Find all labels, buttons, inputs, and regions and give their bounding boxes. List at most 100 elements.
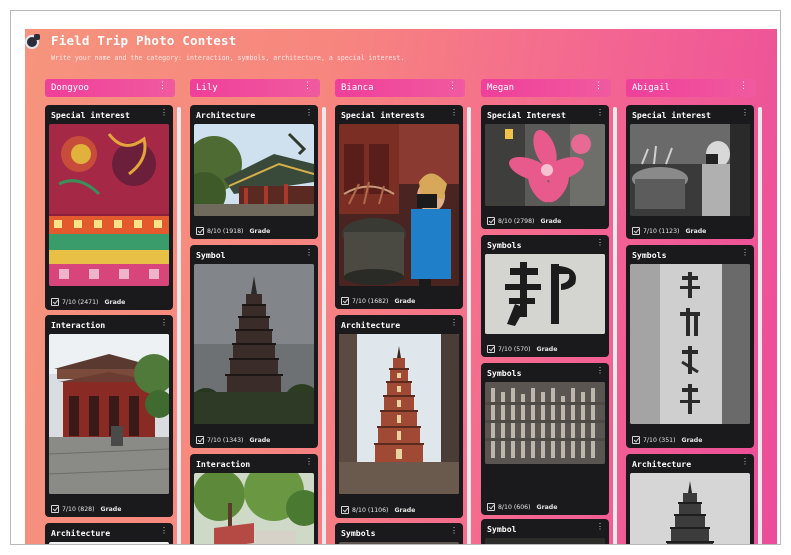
post-category: Special interest bbox=[632, 110, 711, 120]
more-vertical-icon[interactable]: ⋮ bbox=[303, 81, 312, 91]
post-category: Symbols bbox=[487, 240, 522, 250]
post-card[interactable]: Symbols ⋮ bbox=[481, 235, 609, 357]
more-vertical-icon[interactable]: ⋮ bbox=[596, 366, 604, 375]
grade-label[interactable]: Grade bbox=[537, 504, 558, 511]
more-vertical-icon[interactable]: ⋮ bbox=[305, 457, 313, 466]
grade-label[interactable]: Grade bbox=[685, 228, 706, 235]
post-card[interactable]: Interaction ⋮ bbox=[45, 315, 173, 517]
column-header[interactable]: Lily ⋮ bbox=[190, 79, 320, 97]
grade-label[interactable]: Grade bbox=[537, 346, 558, 353]
post-rating: 7/10 (1123) Grade bbox=[632, 227, 706, 235]
scrollbar[interactable] bbox=[758, 107, 762, 544]
post-photo-tree-garden[interactable] bbox=[194, 473, 314, 544]
more-vertical-icon[interactable]: ⋮ bbox=[741, 248, 749, 257]
scrollbar[interactable] bbox=[177, 107, 181, 544]
scrollbar[interactable] bbox=[613, 107, 617, 544]
more-vertical-icon[interactable]: ⋮ bbox=[305, 108, 313, 117]
post-photo-pagoda-bw[interactable] bbox=[630, 473, 750, 544]
post-photo[interactable] bbox=[339, 542, 459, 544]
more-vertical-icon[interactable]: ⋮ bbox=[450, 108, 458, 117]
checkbox-icon[interactable] bbox=[196, 436, 204, 444]
grade-label[interactable]: Grade bbox=[394, 298, 415, 305]
checkbox-icon[interactable] bbox=[196, 227, 204, 235]
more-vertical-icon[interactable]: ⋮ bbox=[450, 318, 458, 327]
checkbox-icon[interactable] bbox=[341, 506, 349, 514]
more-vertical-icon[interactable]: ⋮ bbox=[741, 457, 749, 466]
post-card[interactable]: Special interests ⋮ 7/10 (1682) Grade bbox=[335, 105, 463, 309]
column-header[interactable]: Abigail ⋮ bbox=[626, 79, 756, 97]
rating-value: 7/10 (2471) bbox=[62, 298, 99, 306]
grade-label[interactable]: Grade bbox=[540, 218, 561, 225]
grade-label[interactable]: Grade bbox=[394, 507, 415, 514]
post-photo-pagoda-color[interactable] bbox=[339, 334, 459, 494]
post-photo-pink-lily[interactable] bbox=[485, 124, 605, 206]
post-card[interactable]: Architecture ⋮ bbox=[45, 523, 173, 544]
rating-value: 7/10 (1682) bbox=[352, 297, 389, 305]
post-card[interactable]: Architecture ⋮ bbox=[335, 315, 463, 518]
more-vertical-icon[interactable]: ⋮ bbox=[594, 81, 603, 91]
more-vertical-icon[interactable]: ⋮ bbox=[448, 81, 457, 91]
grade-label[interactable]: Grade bbox=[101, 506, 122, 513]
post-card[interactable]: Special interest ⋮ bbox=[45, 105, 173, 310]
post-card[interactable]: Symbols ⋮ bbox=[626, 245, 754, 448]
column-header[interactable]: Bianca ⋮ bbox=[335, 79, 465, 97]
column-header[interactable]: Dongyoo ⋮ bbox=[45, 79, 175, 97]
post-photo-embroidered-fabric[interactable] bbox=[49, 124, 169, 286]
more-vertical-icon[interactable]: ⋮ bbox=[596, 238, 604, 247]
post-card[interactable]: Architecture ⋮ bbox=[190, 105, 318, 239]
post-photo-temple-roof[interactable] bbox=[194, 124, 314, 216]
post-card[interactable]: Symbol ⋮ bbox=[481, 519, 609, 544]
rating-value: 8/10 (1106) bbox=[352, 506, 389, 514]
checkbox-icon[interactable] bbox=[487, 345, 495, 353]
rating-value: 8/10 (1918) bbox=[207, 227, 244, 235]
more-vertical-icon[interactable]: ⋮ bbox=[741, 108, 749, 117]
more-vertical-icon[interactable]: ⋮ bbox=[596, 108, 604, 117]
post-photo-stone-inscription[interactable] bbox=[485, 382, 605, 464]
post-photo-temple-courtyard[interactable] bbox=[49, 334, 169, 494]
post-photo-pagoda[interactable] bbox=[194, 264, 314, 424]
grade-label[interactable]: Grade bbox=[249, 437, 270, 444]
more-vertical-icon[interactable]: ⋮ bbox=[160, 526, 168, 535]
column-dongyoo: Dongyoo ⋮ Special interest ⋮ 7/10 (2471)… bbox=[45, 79, 181, 544]
grade-label[interactable]: Grade bbox=[104, 299, 125, 306]
post-card[interactable]: Symbols ⋮ bbox=[335, 523, 463, 544]
post-photo-chinese-character[interactable] bbox=[485, 254, 605, 334]
post-card[interactable]: Special interest ⋮ bbox=[626, 105, 754, 239]
checkbox-icon[interactable] bbox=[632, 436, 640, 444]
more-vertical-icon[interactable]: ⋮ bbox=[158, 81, 167, 91]
post-card[interactable]: Symbol ⋮ bbox=[190, 245, 318, 448]
checkbox-icon[interactable] bbox=[341, 297, 349, 305]
post-photo-photographer-bw[interactable] bbox=[630, 124, 750, 216]
checkbox-icon[interactable] bbox=[487, 217, 495, 225]
more-vertical-icon[interactable]: ⋮ bbox=[739, 81, 748, 91]
column-header[interactable]: Megan ⋮ bbox=[481, 79, 611, 97]
post-card[interactable]: Special Interest ⋮ 8/10 (2798) Grade bbox=[481, 105, 609, 229]
scrollbar[interactable] bbox=[467, 107, 471, 544]
board-subtitle: Write your name and the category: intera… bbox=[51, 54, 405, 62]
post-card[interactable]: Symbols ⋮ bbox=[481, 363, 609, 515]
column-title: Dongyoo bbox=[51, 83, 89, 93]
more-vertical-icon[interactable]: ⋮ bbox=[596, 522, 604, 531]
more-vertical-icon[interactable]: ⋮ bbox=[305, 248, 313, 257]
checkbox-icon[interactable] bbox=[487, 503, 495, 511]
post-category: Architecture bbox=[632, 459, 692, 469]
post-card[interactable]: Interaction ⋮ bbox=[190, 454, 318, 544]
more-vertical-icon[interactable]: ⋮ bbox=[160, 108, 168, 117]
post-category: Special interests bbox=[341, 110, 425, 120]
post-photo[interactable] bbox=[485, 538, 605, 544]
checkbox-icon[interactable] bbox=[51, 505, 59, 513]
post-rating: 8/10 (1918) Grade bbox=[196, 227, 270, 235]
post-photo[interactable] bbox=[49, 542, 169, 544]
more-vertical-icon[interactable]: ⋮ bbox=[450, 526, 458, 535]
post-photo-photographer-incense[interactable] bbox=[339, 124, 459, 286]
more-vertical-icon[interactable]: ⋮ bbox=[160, 318, 168, 327]
scrollbar[interactable] bbox=[322, 107, 326, 544]
padlet-icon[interactable] bbox=[25, 34, 40, 49]
post-photo-stone-pillar[interactable] bbox=[630, 264, 750, 424]
grade-label[interactable]: Grade bbox=[682, 437, 703, 444]
checkbox-icon[interactable] bbox=[51, 298, 59, 306]
checkbox-icon[interactable] bbox=[632, 227, 640, 235]
post-rating: 7/10 (828) Grade bbox=[51, 505, 121, 513]
post-card[interactable]: Architecture ⋮ bbox=[626, 454, 754, 544]
grade-label[interactable]: Grade bbox=[249, 228, 270, 235]
